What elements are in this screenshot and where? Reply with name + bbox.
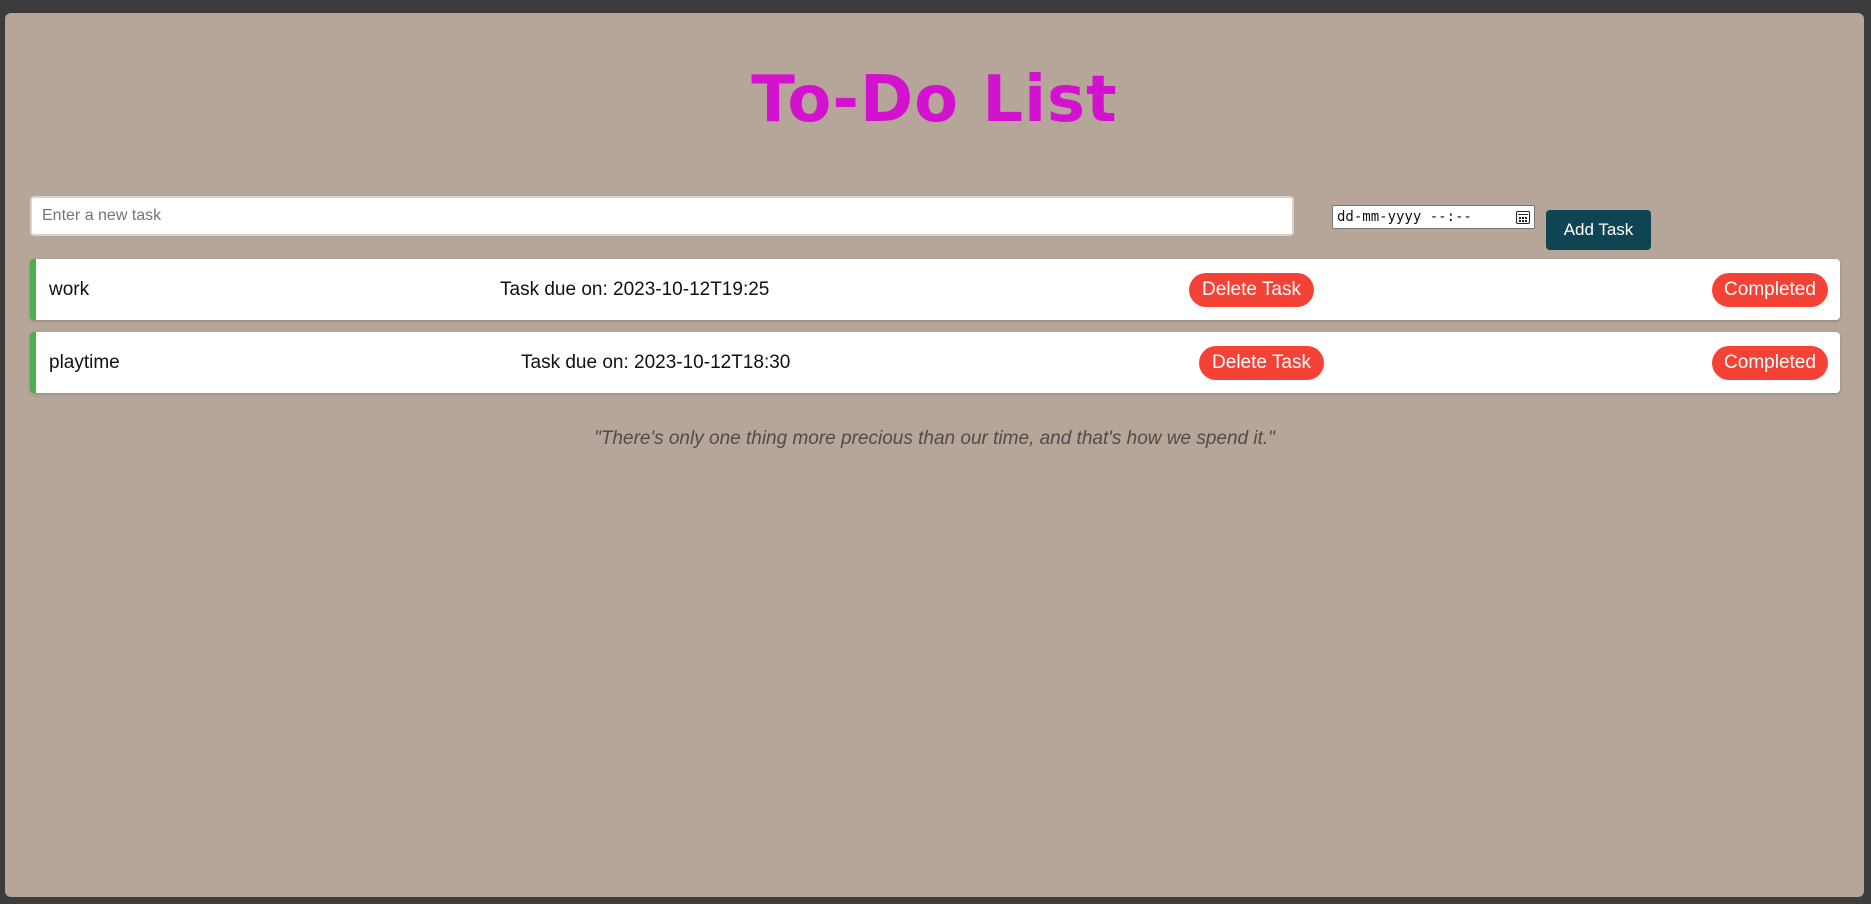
delete-task-button[interactable]: Delete Task <box>1189 272 1314 307</box>
motivational-quote: "There's only one thing more precious th… <box>594 428 1275 449</box>
delete-task-button[interactable]: Delete Task <box>1199 345 1324 380</box>
add-task-button[interactable]: Add Task <box>1546 210 1651 250</box>
task-row: work Task due on: 2023-10-12T19:25 Delet… <box>30 259 1840 320</box>
task-due-date: Task due on: 2023-10-12T18:30 <box>521 351 791 373</box>
due-datetime-input[interactable]: dd-mm-yyyy --:-- <box>1332 205 1535 229</box>
task-name: work <box>49 278 90 300</box>
page-title: To-Do List <box>751 63 1118 137</box>
task-list: work Task due on: 2023-10-12T19:25 Delet… <box>30 259 1840 405</box>
calendar-icon[interactable] <box>1516 210 1530 224</box>
todo-page: To-Do List dd-mm-yyyy --:-- Add Task wor… <box>5 13 1864 897</box>
task-row: playtime Task due on: 2023-10-12T18:30 D… <box>30 332 1840 393</box>
completed-button[interactable]: Completed <box>1712 272 1828 307</box>
task-name: playtime <box>49 351 120 373</box>
new-task-input[interactable] <box>30 196 1294 236</box>
completed-button[interactable]: Completed <box>1712 345 1828 380</box>
datetime-placeholder: dd-mm-yyyy --:-- <box>1337 209 1472 225</box>
task-due-date: Task due on: 2023-10-12T19:25 <box>500 278 770 300</box>
